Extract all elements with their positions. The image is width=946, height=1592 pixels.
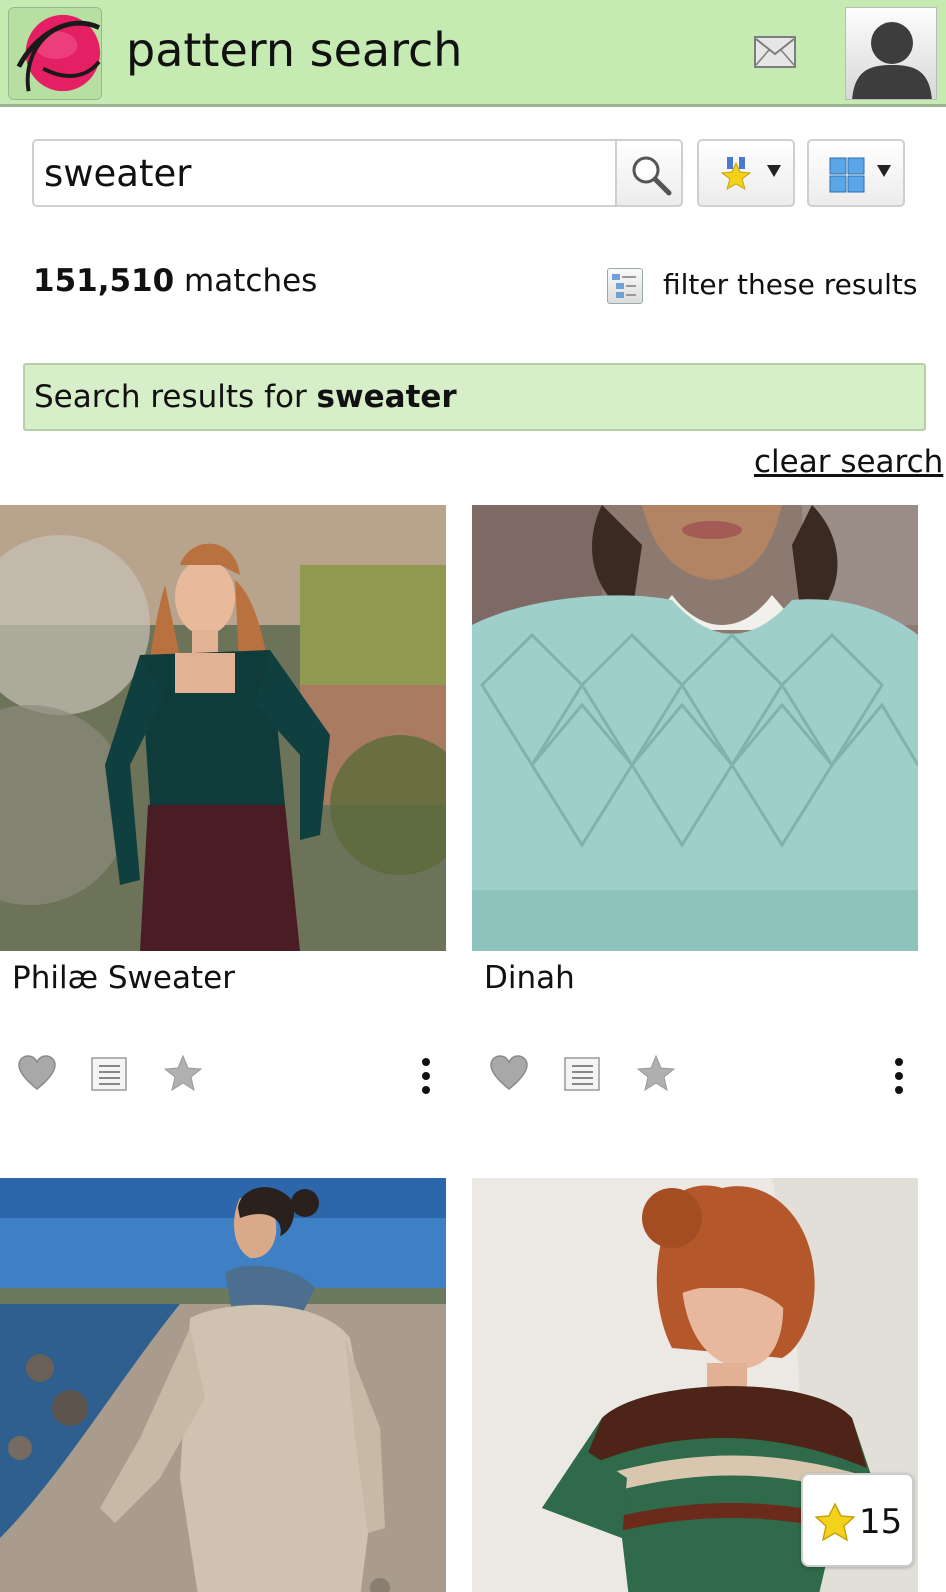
favorites-count-badge[interactable]: 15 <box>801 1473 914 1567</box>
pattern-image[interactable] <box>472 505 918 951</box>
sort-dropdown-button[interactable] <box>697 139 795 207</box>
pattern-title[interactable]: Philæ Sweater <box>12 960 235 996</box>
match-count-suffix: matches <box>174 263 318 299</box>
search-button[interactable] <box>615 139 683 207</box>
results-term: sweater <box>316 379 457 415</box>
queue-icon[interactable] <box>91 1057 127 1096</box>
heart-icon[interactable] <box>490 1055 528 1096</box>
avatar-icon[interactable] <box>845 7 937 100</box>
star-ribbon-icon <box>720 157 752 191</box>
grid-view-icon <box>829 157 865 193</box>
top-bar: pattern search <box>0 0 946 107</box>
magnifier-icon <box>632 156 672 196</box>
filter-results-link[interactable]: filter these results <box>663 268 918 301</box>
star-icon <box>815 1503 855 1541</box>
chevron-down-icon <box>877 165 891 177</box>
pattern-image[interactable] <box>0 1178 446 1592</box>
results-prefix: Search results for <box>34 379 317 415</box>
favorites-count: 15 <box>859 1502 903 1542</box>
mail-icon[interactable] <box>754 36 796 68</box>
heart-icon[interactable] <box>18 1055 56 1096</box>
match-count-number: 151,510 <box>33 263 175 299</box>
page-title: pattern search <box>126 23 463 77</box>
results-heading: Search results for sweater <box>23 363 926 431</box>
chevron-down-icon <box>767 165 781 177</box>
queue-icon[interactable] <box>564 1057 600 1096</box>
view-dropdown-button[interactable] <box>807 139 905 207</box>
match-count: 151,510 matches <box>33 263 317 299</box>
pattern-image[interactable] <box>0 505 446 951</box>
more-options-icon[interactable] <box>894 1058 904 1094</box>
search-input[interactable] <box>32 139 617 207</box>
star-icon[interactable] <box>636 1054 676 1096</box>
clear-search-link[interactable]: clear search <box>754 444 943 480</box>
star-icon[interactable] <box>163 1054 203 1096</box>
pattern-title[interactable]: Dinah <box>484 960 575 996</box>
ravelry-logo[interactable] <box>8 7 102 100</box>
filter-icon[interactable] <box>607 268 643 304</box>
more-options-icon[interactable] <box>421 1058 431 1094</box>
